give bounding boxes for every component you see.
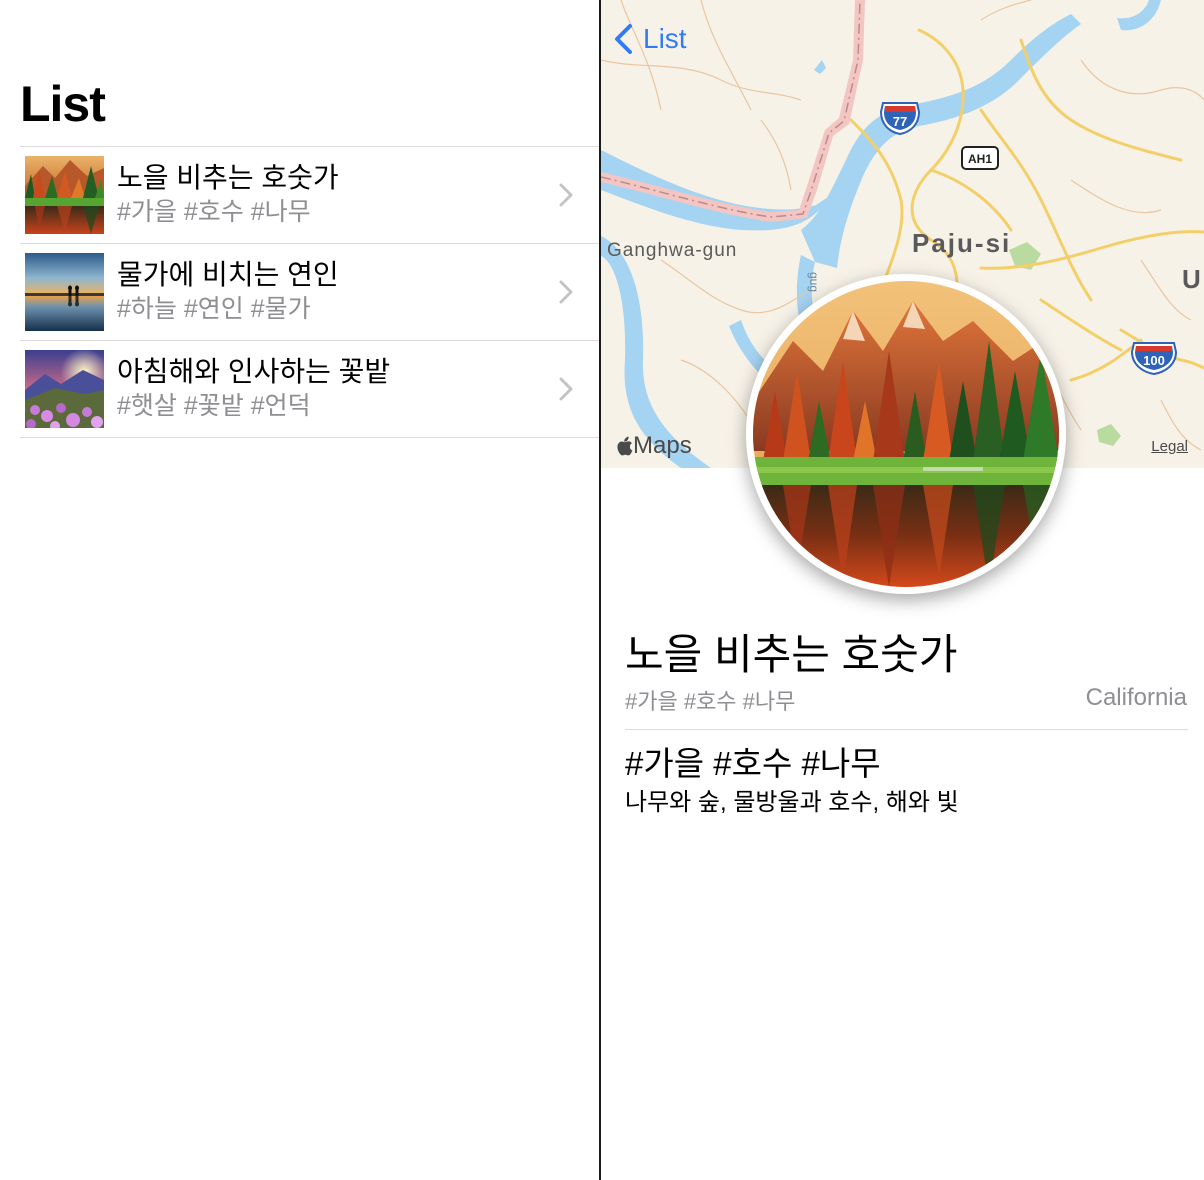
ah1-shield-icon: AH1 (961, 146, 999, 170)
thumbnail-image (25, 253, 104, 331)
photo-list: 노을 비추는 호숫가 #가을 #호수 #나무 물가에 비치는 연인 #하늘 #연… (20, 146, 599, 438)
back-button-label: List (643, 23, 687, 54)
map-label-ganghwa: Ganghwa-gun (607, 240, 738, 261)
list-item-tags: #하늘 #연인 #물가 (117, 295, 311, 323)
map-label-u: U (1182, 264, 1201, 294)
back-button[interactable]: List (613, 22, 687, 56)
chevron-right-icon (559, 377, 573, 401)
detail-location: California (1085, 684, 1187, 711)
page-title: List (20, 76, 106, 132)
map-label-river: gug (807, 272, 821, 293)
detail-pane: 77 AH1 100 Ganghwa-gun Paju-si U gug Lis… (601, 0, 1204, 1180)
detail-title: 노을 비추는 호숫가 (625, 631, 958, 678)
maps-brand-label: Maps (633, 432, 692, 459)
detail-description: 나무와 숲, 물방울과 호수, 해와 빛 (625, 789, 959, 816)
list-item[interactable]: 물가에 비치는 연인 #하늘 #연인 #물가 (20, 244, 599, 341)
thumbnail-image (25, 350, 104, 428)
list-item[interactable]: 노을 비추는 호숫가 #가을 #호수 #나무 (20, 147, 599, 244)
list-item-title: 물가에 비치는 연인 (117, 259, 339, 290)
ah1-label: AH1 (968, 152, 992, 166)
list-item[interactable]: 아침해와 인사하는 꽃밭 #햇살 #꽃밭 #언덕 (20, 341, 599, 438)
apple-icon (617, 436, 633, 456)
thumbnail-image (25, 156, 104, 234)
divider (625, 729, 1188, 730)
chevron-right-icon (559, 280, 573, 304)
list-item-tags: #가을 #호수 #나무 (117, 198, 311, 226)
route-77-label: 77 (893, 114, 907, 129)
chevron-left-icon (615, 24, 632, 54)
detail-hashtags: #가을 #호수 #나무 (625, 745, 881, 782)
maps-logo: Maps (615, 432, 692, 460)
master-pane: List 노을 비추는 호숫가 #가을 #호수 #나무 물가에 비치는 연인 #… (0, 0, 599, 1180)
chevron-right-icon (559, 183, 573, 207)
route-100-label: 100 (1143, 353, 1165, 368)
list-item-title: 노을 비추는 호숫가 (117, 162, 339, 193)
photo-circle-image (746, 274, 1066, 594)
list-item-title: 아침해와 인사하는 꽃밭 (117, 356, 391, 387)
list-item-tags: #햇살 #꽃밭 #언덕 (117, 392, 311, 420)
legal-link[interactable]: Legal (1151, 438, 1188, 455)
map-label-paju: Paju-si (912, 228, 1012, 258)
detail-tags: #가을 #호수 #나무 (625, 689, 796, 714)
